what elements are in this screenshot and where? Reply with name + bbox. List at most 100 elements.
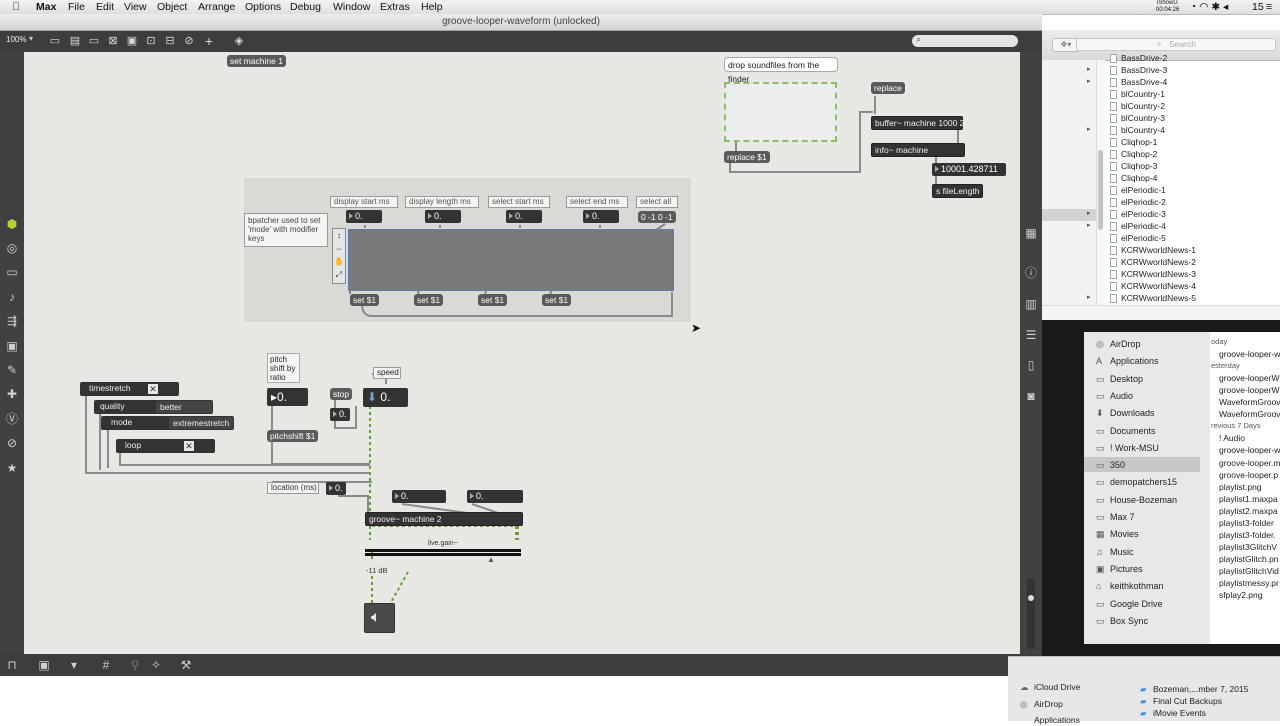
replace-s1-message[interactable]: replace $1 [724,151,770,163]
finder-file-item[interactable]: elPeriodic-3 [1121,208,1166,220]
dropfile-area[interactable] [724,82,837,142]
timestretch-checkbox[interactable]: ✕ [148,384,158,394]
disclosure-arrow-icon[interactable]: ▸ [1087,65,1091,73]
live-gain-slider[interactable]: live.gain~ ▲ [365,540,521,564]
recent-file-item[interactable]: groove-looper-w [1219,444,1280,456]
sidebar-item[interactable]: demopatchers15 [1110,476,1177,488]
replace-message[interactable]: replace [871,82,905,94]
sidebar-item[interactable]: Pictures [1110,563,1143,575]
location-number[interactable]: 0. [326,482,346,495]
set-s1-message-2[interactable]: set $1 [414,294,444,306]
file-length-number[interactable]: 10001.428711 [932,163,1006,176]
finder-file-item[interactable]: Cliqhop-2 [1121,148,1157,160]
set-machine-message[interactable]: set machine 1 [227,55,286,67]
recent-file-item[interactable]: playlist3-folder. [1219,529,1276,541]
sidebar-item[interactable]: House-Bozeman [1110,494,1177,506]
finder-file-item[interactable]: elPeriodic-1 [1121,184,1166,196]
disclosure-arrow-icon[interactable]: ▸ [1087,293,1091,301]
sidebar-item[interactable]: Desktop [1110,373,1143,385]
finder-file-item[interactable]: Cliqhop-1 [1121,136,1157,148]
recent-file-item[interactable]: sfplay2.png [1219,589,1262,601]
mode-row[interactable]: mode extremestretch [101,416,234,430]
loop-end-number[interactable]: 0. [467,490,523,503]
recent-file-item[interactable]: ! Audio [1219,432,1245,444]
select-start-number[interactable]: 0. [506,210,542,223]
recent-file-item[interactable]: oday [1211,336,1227,348]
finder-file-item[interactable]: blCountry-1 [1121,88,1165,100]
finder-bottom-bozeman[interactable]: Bozeman,...mber 7, 2015 [1153,683,1248,695]
mode-bpatcher[interactable]: ↕ ⇔ ✋ ⤢ [332,228,346,284]
sidebar-item[interactable]: Movies [1110,528,1139,540]
sidebar-item[interactable]: ! Work-MSU [1110,442,1159,454]
sidebar-item[interactable]: Music [1110,546,1134,558]
finder-search-field[interactable]: ⌕ Search [1076,38,1276,51]
finder-file-item[interactable]: elPeriodic-5 [1121,232,1166,244]
finder-file-item[interactable]: blCountry-3 [1121,112,1165,124]
pitch-ratio-number[interactable]: ▸0. [267,388,308,406]
display-start-number[interactable]: 0. [346,210,382,223]
disclosure-arrow-icon[interactable]: ▸ [1087,77,1091,85]
recent-file-item[interactable]: groove-looper-w [1219,348,1280,360]
finder-file-item[interactable]: KCRWworldNews-2 [1121,256,1196,268]
select-all-message[interactable]: 0 -1 0 -1 [638,211,676,223]
finder-file-item[interactable]: BassDrive-2 [1121,52,1167,64]
finder-file-item[interactable]: KCRWworldNews-4 [1121,280,1196,292]
groove-object[interactable]: groove~ machine 2 [365,512,523,526]
recent-file-item[interactable]: playlist3-folder [1219,517,1274,529]
finder-file-item[interactable]: BassDrive-4 [1121,76,1167,88]
recent-file-item[interactable]: groove-looperW [1219,384,1279,396]
sidebar-item[interactable]: Audio [1110,390,1133,402]
finder-file-item[interactable]: KCRWworldNews-3 [1121,268,1196,280]
pitchshift-message[interactable]: pitchshift $1 [267,430,319,442]
finder-bottom-airdrop[interactable]: AirDrop [1034,698,1063,710]
display-length-number[interactable]: 0. [425,210,461,223]
disclosure-arrow-icon[interactable]: ▸ [1087,209,1091,217]
disclosure-arrow-icon[interactable]: ▸ [1087,125,1091,133]
sidebar-item[interactable]: Applications [1110,355,1159,367]
finder-file-item[interactable]: elPeriodic-4 [1121,220,1166,232]
stop-message[interactable]: stop [330,388,353,400]
buffer-object[interactable]: buffer~ machine 1000 2 [871,116,964,130]
select-end-number[interactable]: 0. [583,210,619,223]
recent-file-item[interactable]: WaveformGroov [1219,408,1280,420]
stop-number[interactable]: 0. [330,408,350,421]
sidebar-item[interactable]: Documents [1110,425,1156,437]
finder-file-item[interactable]: blCountry-4 [1121,124,1165,136]
recent-file-item[interactable]: playlistmessy.pr [1219,577,1279,589]
finder-file-item[interactable]: Cliqhop-4 [1121,172,1157,184]
recent-file-item[interactable]: playlistGlitch.pn [1219,553,1279,565]
set-s1-message-3[interactable]: set $1 [478,294,508,306]
finder-file-item[interactable]: blCountry-2 [1121,100,1165,112]
ezdac-button[interactable]: 🔈︎ [364,603,395,633]
finder-scroll-thumb[interactable] [1098,150,1103,230]
quality-menu[interactable]: better [156,401,212,413]
sidebar-item[interactable]: AirDrop [1110,338,1141,350]
disclosure-arrow-icon[interactable]: ▸ [1087,221,1091,229]
loop-checkbox[interactable]: ✕ [184,441,194,451]
finder-file-item[interactable]: BassDrive-3 [1121,64,1167,76]
recent-file-item[interactable]: groove-looper.p [1219,469,1278,481]
sidebar-item[interactable]: Google Drive [1110,598,1163,610]
timestretch-toggle-row[interactable]: timestretch ✕ [80,382,179,396]
loop-toggle-row[interactable]: loop ✕ [116,439,215,453]
finder-bottom-icloud[interactable]: iCloud Drive [1034,681,1080,693]
finder-bottom-applications[interactable]: Applications [1034,714,1080,726]
mode-menu[interactable]: extremestretch [169,417,233,429]
finder-file-item[interactable]: Cliqhop-3 [1121,160,1157,172]
sidebar-item[interactable]: keithkothman [1110,580,1164,592]
loop-start-number[interactable]: 0. [392,490,446,503]
sidebar-item[interactable]: Box Sync [1110,615,1148,627]
recent-file-item[interactable]: groove-looperW [1219,372,1279,384]
recent-file-item[interactable]: revious 7 Days [1211,420,1261,432]
recent-file-item[interactable]: groove-looper.m [1219,457,1280,469]
sidebar-item[interactable]: Downloads [1110,407,1155,419]
sidebar-item[interactable]: 350 [1110,459,1125,471]
quality-row[interactable]: quality better [94,400,213,414]
sidebar-item[interactable]: Max 7 [1110,511,1135,523]
set-s1-message-1[interactable]: set $1 [350,294,380,306]
info-object[interactable]: info~ machine [871,143,965,157]
recent-file-item[interactable]: playlist1.maxpa [1219,493,1278,505]
set-s1-message-4[interactable]: set $1 [542,294,572,306]
finder-bottom-fcp[interactable]: Final Cut Backups [1153,695,1222,707]
send-file-length-object[interactable]: s fileLength [932,184,984,198]
